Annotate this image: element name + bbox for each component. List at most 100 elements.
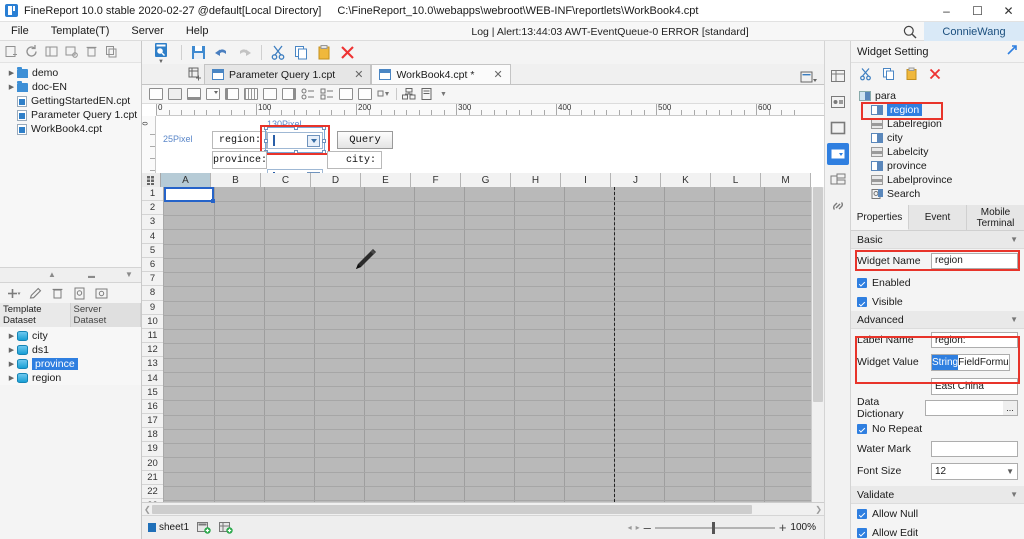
row-header-15[interactable]: 15 bbox=[142, 386, 163, 400]
zoom-out-button[interactable]: – bbox=[644, 520, 651, 535]
button-icon[interactable] bbox=[339, 88, 353, 100]
tab-mobile-terminal[interactable]: Mobile Terminal bbox=[967, 205, 1024, 230]
cut-icon[interactable] bbox=[859, 67, 873, 81]
template-menu-button[interactable]: ▼ bbox=[146, 41, 176, 65]
column-header-G[interactable]: G bbox=[461, 173, 511, 187]
chevron-down-icon[interactable]: ▼ bbox=[1010, 315, 1018, 324]
widget-tree-item-labelcity[interactable]: Labelcity bbox=[857, 145, 1024, 159]
paste-icon[interactable] bbox=[316, 44, 333, 61]
row-allow-null[interactable]: Allow Null bbox=[851, 504, 1024, 523]
iframe-icon[interactable] bbox=[421, 88, 435, 100]
query-button[interactable]: Query bbox=[337, 131, 393, 149]
row-header-6[interactable]: 6 bbox=[142, 258, 163, 273]
allow-null-checkbox[interactable] bbox=[857, 508, 867, 519]
delete-icon[interactable] bbox=[339, 44, 356, 61]
row-header-13[interactable]: 13 bbox=[142, 357, 163, 372]
undo-icon[interactable] bbox=[213, 44, 230, 61]
chevron-down-icon[interactable]: ▼ bbox=[1006, 467, 1014, 476]
tab-server-dataset[interactable]: Server Dataset bbox=[70, 303, 141, 327]
column-header-J[interactable]: J bbox=[611, 173, 661, 187]
add-icon[interactable] bbox=[6, 286, 21, 301]
delete-icon[interactable] bbox=[84, 44, 99, 59]
cell-attribute-icon[interactable] bbox=[827, 91, 849, 113]
redo-icon[interactable] bbox=[236, 44, 253, 61]
tree-select-icon[interactable] bbox=[377, 88, 391, 100]
column-header-D[interactable]: D bbox=[311, 173, 361, 187]
combo-box-icon[interactable] bbox=[206, 88, 220, 100]
add-sheet-icon[interactable] bbox=[197, 521, 211, 534]
chevron-down-icon[interactable]: ▼ bbox=[1010, 235, 1018, 244]
data-dictionary-input[interactable] bbox=[925, 400, 1003, 416]
tree-item-parameter-query-1[interactable]: Parameter Query 1.cpt bbox=[0, 108, 141, 122]
slider-icon[interactable] bbox=[358, 88, 372, 100]
form-icon[interactable] bbox=[827, 169, 849, 191]
row-header-2[interactable]: 2 bbox=[142, 201, 163, 216]
widget-tree-item-labelregion[interactable]: Labelregion bbox=[857, 117, 1024, 131]
chevron-right-icon[interactable]: ▶ bbox=[6, 360, 17, 368]
dataset-item-ds1[interactable]: ▶ ds1 bbox=[0, 343, 141, 357]
row-no-repeat[interactable]: No Repeat bbox=[851, 419, 1024, 438]
tree-item-gettingstarteden[interactable]: GettingStartedEN.cpt bbox=[0, 94, 141, 108]
chevron-right-icon[interactable]: ▶ bbox=[6, 83, 17, 91]
enabled-checkbox[interactable] bbox=[857, 277, 867, 288]
widget-tree-item-labelprovince[interactable]: Labelprovince bbox=[857, 173, 1024, 187]
water-mark-input[interactable] bbox=[931, 441, 1018, 457]
add-polysheet-icon[interactable] bbox=[219, 521, 233, 534]
label-icon[interactable] bbox=[187, 88, 201, 100]
section-validate[interactable]: Validate ▼ bbox=[851, 486, 1024, 504]
chevron-down-icon[interactable]: ▼ bbox=[440, 91, 447, 98]
vertical-scrollbar[interactable] bbox=[811, 187, 824, 502]
tree-item-doc-en[interactable]: ▶ doc-EN bbox=[0, 80, 141, 94]
add-sheet-tab-icon[interactable] bbox=[188, 67, 202, 81]
tab-overflow-menu[interactable] bbox=[800, 70, 824, 84]
zoom-slider[interactable] bbox=[654, 521, 775, 534]
document-tab-parameter-query[interactable]: Parameter Query 1.cpt ✕ bbox=[204, 64, 372, 84]
prev-sheet-icon[interactable]: ◂ bbox=[628, 523, 632, 532]
preview-dataset-icon[interactable] bbox=[72, 286, 87, 301]
expand-icon[interactable] bbox=[1006, 44, 1018, 59]
menu-item-file[interactable]: File bbox=[0, 22, 40, 41]
text-field-icon[interactable] bbox=[149, 88, 163, 100]
grid-cells[interactable] bbox=[164, 187, 811, 502]
column-header-L[interactable]: L bbox=[711, 173, 761, 187]
panel-splitter[interactable]: ▲ ▬ ▼ bbox=[0, 267, 141, 283]
menu-item-help[interactable]: Help bbox=[175, 22, 220, 41]
column-header-H[interactable]: H bbox=[511, 173, 561, 187]
row-header-16[interactable]: 16 bbox=[142, 400, 163, 414]
new-template-icon[interactable] bbox=[4, 44, 19, 59]
widget-tree-item-search[interactable]: Search bbox=[857, 187, 1024, 201]
search-icon[interactable] bbox=[902, 24, 918, 40]
horizontal-scrollbar[interactable]: ❮ ❯ bbox=[142, 502, 824, 515]
cut-icon[interactable] bbox=[270, 44, 287, 61]
widget-tree-item-province[interactable]: province bbox=[857, 159, 1024, 173]
hyperlink-icon[interactable] bbox=[827, 195, 849, 217]
zoom-slider-thumb[interactable] bbox=[711, 521, 715, 534]
search-dataset-icon[interactable] bbox=[94, 286, 109, 301]
no-repeat-checkbox[interactable] bbox=[857, 423, 867, 434]
widget-value-option-string[interactable]: String bbox=[932, 355, 959, 370]
chevron-down-icon[interactable]: ▼ bbox=[1010, 490, 1018, 499]
minimize-button[interactable]: – bbox=[931, 0, 962, 22]
row-allow-edit[interactable]: Allow Edit bbox=[851, 523, 1024, 539]
dataset-item-city[interactable]: ▶ city bbox=[0, 329, 141, 343]
copy-icon[interactable] bbox=[293, 44, 310, 61]
frame-icon[interactable] bbox=[827, 117, 849, 139]
tree-item-demo[interactable]: ▶ demo bbox=[0, 66, 141, 80]
tab-properties[interactable]: Properties bbox=[851, 205, 909, 230]
column-header-I[interactable]: I bbox=[561, 173, 611, 187]
settings-icon[interactable] bbox=[64, 44, 79, 59]
column-header-M[interactable]: M bbox=[761, 173, 811, 187]
row-header-17[interactable]: 17 bbox=[142, 414, 163, 429]
row-header-12[interactable]: 12 bbox=[142, 343, 163, 358]
widget-value-input[interactable]: East China bbox=[931, 377, 1018, 395]
close-tab-icon[interactable]: ✕ bbox=[493, 68, 502, 81]
document-tab-workbook4[interactable]: WorkBook4.cpt * ✕ bbox=[371, 64, 511, 84]
row-header-9[interactable]: 9 bbox=[142, 301, 163, 315]
widget-setting-icon[interactable] bbox=[826, 143, 849, 165]
column-header-A[interactable]: A bbox=[161, 173, 211, 187]
column-header-K[interactable]: K bbox=[661, 173, 711, 187]
log-status-text[interactable]: Log | Alert:13:44:03 AWT-EventQueue-0 ER… bbox=[330, 22, 890, 41]
spreadsheet[interactable]: A B C D E F G H I J K L M 1 2 3 4 5 6 7 … bbox=[142, 173, 824, 539]
column-header-B[interactable]: B bbox=[211, 173, 261, 187]
widget-name-input[interactable]: region bbox=[931, 252, 1018, 269]
